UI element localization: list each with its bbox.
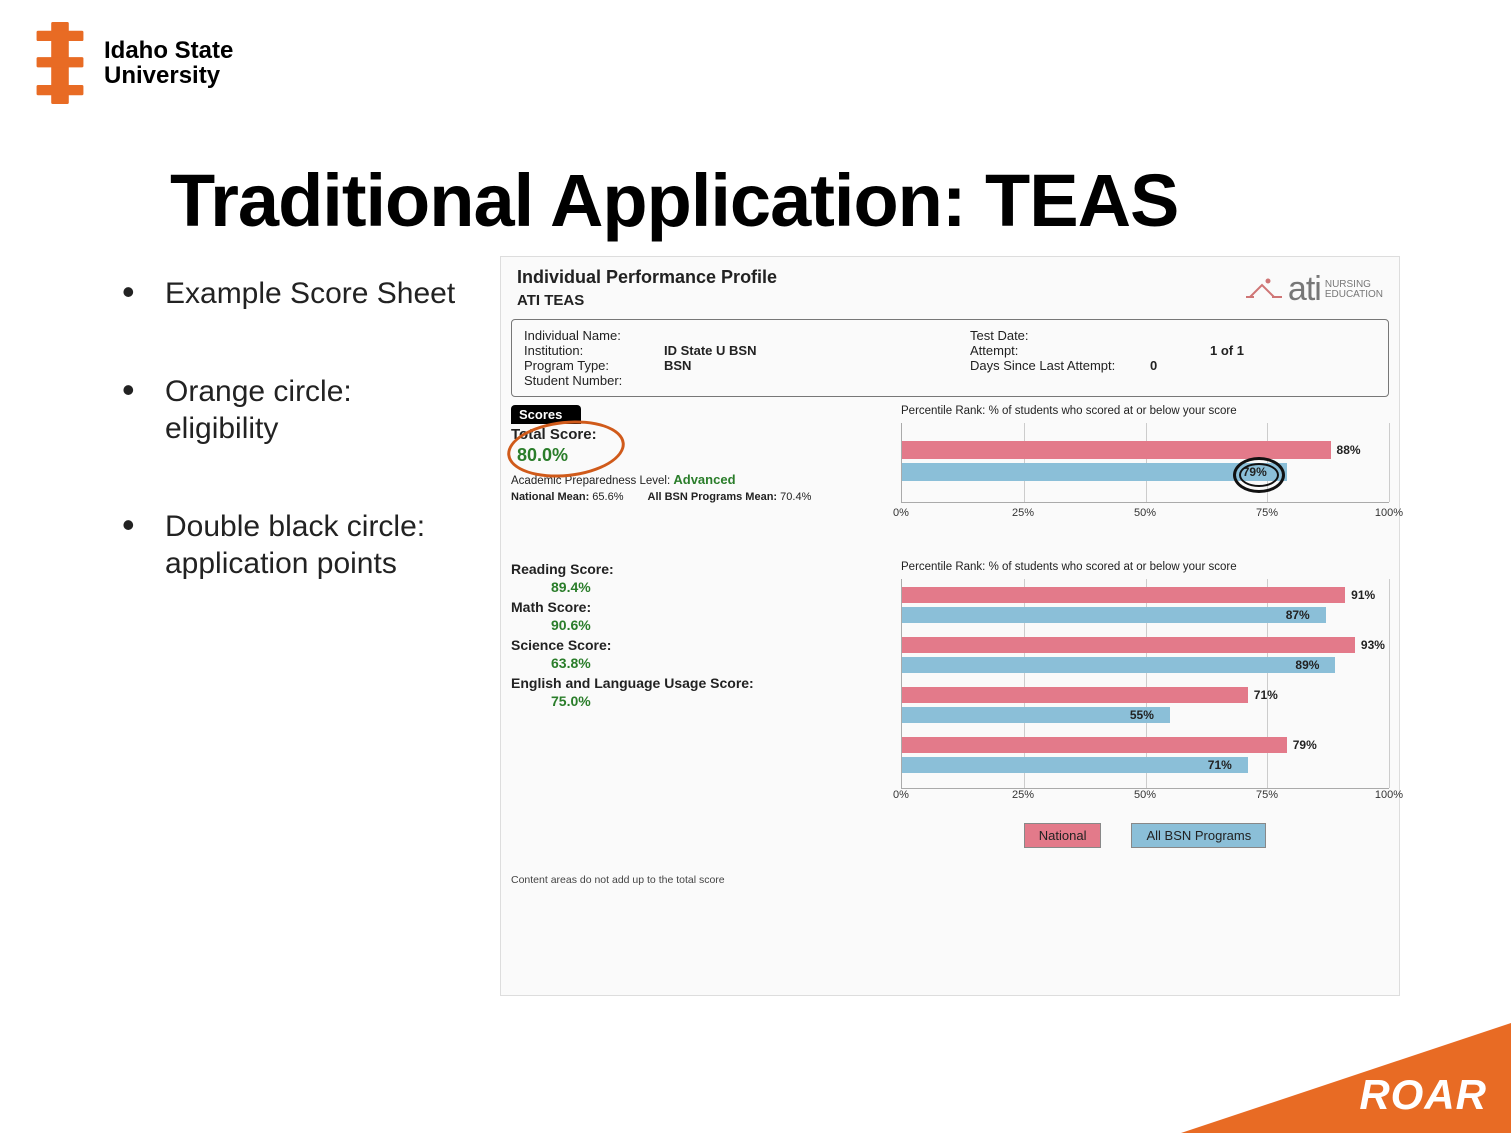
chart-sections-ticks: 0%25%50%75%100% xyxy=(901,789,1389,803)
reading-val: 89.4% xyxy=(551,579,891,595)
subscores: Reading Score: 89.4% Math Score: 90.6% Sci… xyxy=(511,561,891,848)
rank-box-total: Percentile Rank: % of students who score… xyxy=(901,405,1389,521)
profile-heading: Individual Performance Profile xyxy=(517,267,777,287)
isu-logo-line2: University xyxy=(104,63,233,88)
lbl-student-no: Student Number: xyxy=(524,373,654,388)
chart-total: 88%79% xyxy=(901,423,1389,503)
teas-profile-panel: Individual Performance Profile ATI TEAS … xyxy=(500,256,1400,996)
science-lbl: Science Score: xyxy=(511,637,611,653)
scores-title: Scores xyxy=(511,405,581,424)
chart-total-ticks: 0%25%50%75%100% xyxy=(901,507,1389,521)
scores-box: Scores Total Score: 80.0% Academic Prepa… xyxy=(511,405,891,521)
total-score-lbl: Total Score: xyxy=(511,426,597,443)
english-val: 75.0% xyxy=(551,693,891,709)
nat-mean-lbl: National Mean: xyxy=(511,491,589,503)
ati-tag2: EDUCATION xyxy=(1325,289,1383,300)
bullet-double-circle: Double black circle: application points xyxy=(110,508,460,583)
profile-sub: ATI TEAS xyxy=(517,292,777,309)
math-val: 90.6% xyxy=(551,617,891,633)
legend-national: National xyxy=(1024,823,1102,848)
ati-brand: ati NURSING EDUCATION xyxy=(1244,270,1383,309)
prep-val: Advanced xyxy=(673,472,735,487)
english-lbl: English and Language Usage Score: xyxy=(511,675,754,691)
lbl-days-since: Days Since Last Attempt: xyxy=(970,358,1140,373)
roar-corner: ROAR xyxy=(1181,1023,1511,1133)
lbl-test-date: Test Date: xyxy=(970,328,1100,343)
isu-logo-line1: Idaho State xyxy=(104,38,233,63)
nat-mean-val: 65.6% xyxy=(592,491,623,503)
roar-text: ROAR xyxy=(1359,1071,1487,1119)
lbl-program: Program Type: xyxy=(524,358,654,373)
isu-logo-mark xyxy=(30,22,90,104)
lbl-institution: Institution: xyxy=(524,343,654,358)
bsn-mean-val: 70.4% xyxy=(780,491,811,503)
rank-title-2: Percentile Rank: % of students who score… xyxy=(901,561,1389,573)
isu-logo-text: Idaho State University xyxy=(104,38,233,88)
rank-title-1: Percentile Rank: % of students who score… xyxy=(901,405,1389,417)
ati-name: ati xyxy=(1288,270,1321,309)
slide-title: Traditional Application: TEAS xyxy=(170,158,1178,243)
val-program: BSN xyxy=(664,358,691,373)
science-val: 63.8% xyxy=(551,655,891,671)
bullet-orange-circle: Orange circle: eligibility xyxy=(110,373,460,448)
math-lbl: Math Score: xyxy=(511,599,591,615)
bullet-example: Example Score Sheet xyxy=(110,275,460,313)
footnote: Content areas do not add up to the total… xyxy=(511,874,1389,886)
chart-legend: National All BSN Programs xyxy=(901,823,1389,848)
val-days-since: 0 xyxy=(1150,358,1157,373)
total-score-val: 80.0% xyxy=(517,445,891,466)
bsn-mean-lbl: All BSN Programs Mean: xyxy=(648,491,778,503)
info-box: Individual Name: Institution: ID State U … xyxy=(511,319,1389,397)
isu-logo: Idaho State University xyxy=(30,22,233,104)
rank-box-sections: Percentile Rank: % of students who score… xyxy=(901,561,1389,848)
lbl-individual-name: Individual Name: xyxy=(524,328,654,343)
bullet-list: Example Score Sheet Orange circle: eligi… xyxy=(110,275,460,643)
val-attempt: 1 of 1 xyxy=(1210,343,1244,358)
prep-lbl: Academic Preparedness Level: xyxy=(511,475,670,487)
chart-sections: 91%87%93%89%71%55%79%71% xyxy=(901,579,1389,789)
val-institution: ID State U BSN xyxy=(664,343,756,358)
reading-lbl: Reading Score: xyxy=(511,561,614,577)
lbl-attempt: Attempt: xyxy=(970,343,1100,358)
legend-bsn: All BSN Programs xyxy=(1131,823,1266,848)
